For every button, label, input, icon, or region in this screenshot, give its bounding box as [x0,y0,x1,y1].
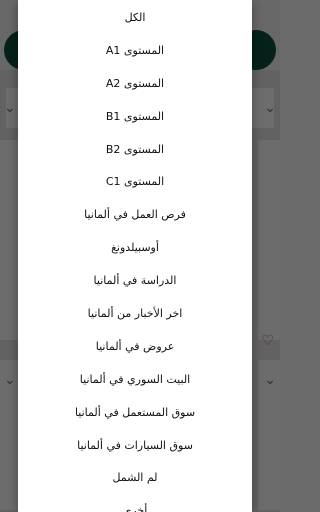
category-option-c1[interactable]: المستوى C1 [18,165,252,198]
category-option-jobs[interactable]: فرص العمل في ألمانيا [18,198,252,231]
category-option-ausbildung[interactable]: أوسبيلدونغ [18,231,252,264]
category-option-study[interactable]: الدراسة في ألمانيا [18,264,252,297]
category-option-other[interactable]: أخرى [18,494,252,512]
category-picker-dialog: الكل المستوى A1 المستوى A2 المستوى B1 ال… [18,0,252,512]
category-option-b1[interactable]: المستوى B1 [18,100,252,133]
category-option-syrian-house[interactable]: البيت السوري في ألمانيا [18,363,252,396]
category-option-offers[interactable]: عروض في ألمانيا [18,330,252,363]
category-option-car-market[interactable]: سوق السيارات في ألمانيا [18,429,252,462]
category-option-a2[interactable]: المستوى A2 [18,67,252,100]
category-option-family-reunion[interactable]: لم الشمل [18,461,252,494]
category-option-news[interactable]: اخر الأخبار من ألمانيا [18,297,252,330]
category-option-b2[interactable]: المستوى B2 [18,133,252,166]
category-option-a1[interactable]: المستوى A1 [18,34,252,67]
category-option-used-market[interactable]: سوق المستعمل في ألمانيا [18,396,252,429]
category-option-all[interactable]: الكل [18,1,252,34]
